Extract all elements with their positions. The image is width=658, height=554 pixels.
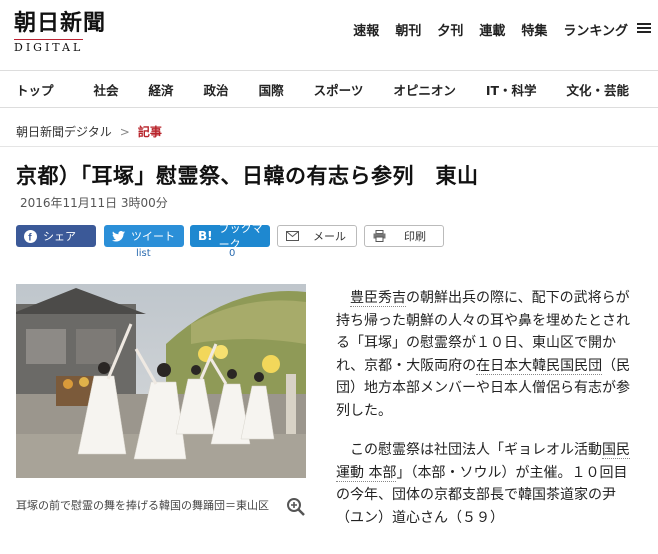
nav-item-it-science[interactable]: IT・科学 <box>486 80 537 99</box>
breadcrumb-separator: > <box>119 124 130 139</box>
logo-sub-text: DIGITAL <box>14 39 84 54</box>
top-link-ranking[interactable]: ランキング <box>563 20 628 39</box>
top-links: 速報 朝刊 夕刊 連載 特集 ランキング <box>353 20 628 39</box>
article-paragraph: 豊臣秀吉の朝鮮出兵の際に、配下の武将らが持ち帰った朝鮮の人々の耳や鼻を埋めたとさ… <box>336 287 638 422</box>
mail-icon <box>286 231 299 241</box>
zoom-icon[interactable] <box>286 497 306 517</box>
nav-item-kokusai[interactable]: 国際 <box>259 80 284 99</box>
article-paragraph: この慰霊祭は社団法人「ギョレオル活動国民運動 本部」（本部・ソウル）が主催。１０… <box>336 439 638 529</box>
article-photo[interactable] <box>16 284 306 478</box>
mail-share-label: メール <box>313 230 346 243</box>
top-link-tokushu[interactable]: 特集 <box>521 20 547 39</box>
print-button[interactable]: 印刷 <box>364 225 444 247</box>
hatena-bookmark-button[interactable]: B! ブックマーク <box>190 222 270 251</box>
nav-item-sports[interactable]: スポーツ <box>314 80 364 99</box>
facebook-share-button[interactable]: f シェア <box>16 225 96 247</box>
twitter-share-label: ツイート <box>131 230 175 243</box>
article-title: 京都）「耳塚」慰霊祭、日韓の有志ら参列 東山 <box>16 164 479 188</box>
top-link-rensai[interactable]: 連載 <box>479 20 505 39</box>
hatena-count[interactable]: 0 <box>229 248 235 259</box>
article-body: 豊臣秀吉の朝鮮出兵の際に、配下の武将らが持ち帰った朝鮮の人々の耳や鼻を埋めたとさ… <box>336 287 638 546</box>
main-nav: トップ 社会 経済 政治 国際 スポーツ オピニオン IT・科学 文化・芸能 <box>0 70 658 108</box>
print-label: 印刷 <box>404 230 426 243</box>
keyword-link-mindan[interactable]: 在日本大韓民国民団 <box>476 357 603 375</box>
breadcrumb: 朝日新聞デジタル > 記事 <box>16 123 162 140</box>
paragraph-text: この慰霊祭は社団法人「ギョレオル活動 <box>350 442 602 458</box>
top-link-sokuho[interactable]: 速報 <box>353 20 379 39</box>
menu-icon[interactable] <box>636 20 652 36</box>
twitter-share-button[interactable]: ツイート <box>104 225 184 247</box>
nav-item-seiji[interactable]: 政治 <box>204 80 229 99</box>
facebook-share-label: シェア <box>43 230 76 243</box>
keyword-link-hideyoshi[interactable]: 豊臣秀吉 <box>350 290 406 307</box>
breadcrumb-root[interactable]: 朝日新聞デジタル <box>16 123 112 140</box>
photo-caption: 耳塚の前で慰霊の舞を捧げる韓国の舞踊団＝東山区 <box>16 499 269 512</box>
mail-share-button[interactable]: メール <box>277 225 357 247</box>
divider <box>0 146 658 147</box>
logo-main-text: 朝日新聞 <box>14 10 107 36</box>
nav-item-keizai[interactable]: 経済 <box>149 80 174 99</box>
site-header: 朝日新聞 DIGITAL 速報 朝刊 夕刊 連載 特集 ランキング <box>0 0 658 68</box>
site-logo[interactable]: 朝日新聞 DIGITAL <box>14 10 154 55</box>
breadcrumb-current: 記事 <box>137 125 162 139</box>
printer-icon <box>373 230 386 242</box>
top-link-choukan[interactable]: 朝刊 <box>395 20 421 39</box>
facebook-icon: f <box>24 229 37 243</box>
article-date: 2016年11月11日 3時00分 <box>20 196 168 210</box>
nav-item-top[interactable]: トップ <box>16 80 54 99</box>
twitter-icon <box>112 230 125 241</box>
hatena-icon: B! <box>198 229 213 243</box>
nav-item-shakai[interactable]: 社会 <box>94 80 119 99</box>
twitter-count[interactable]: list <box>136 248 151 259</box>
top-link-yukan[interactable]: 夕刊 <box>437 20 463 39</box>
nav-item-opinion[interactable]: オピニオン <box>393 80 456 99</box>
hatena-bookmark-label: ブックマーク <box>218 222 263 251</box>
nav-item-culture[interactable]: 文化・芸能 <box>567 80 630 99</box>
